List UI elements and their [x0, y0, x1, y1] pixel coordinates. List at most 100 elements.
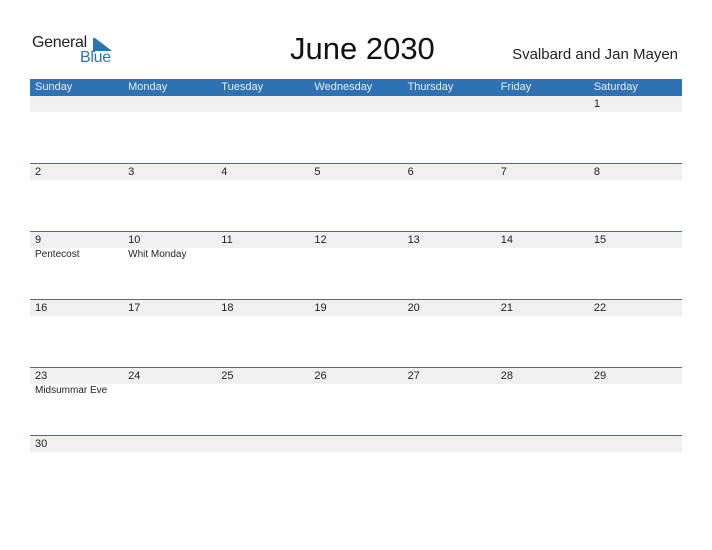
day-cell — [496, 96, 589, 112]
day-cell: 11 — [216, 232, 309, 262]
day-number: 13 — [407, 234, 420, 246]
day-cell: 13 — [403, 232, 496, 262]
day-number: 19 — [314, 302, 327, 314]
day-cell: 20 — [403, 300, 496, 316]
day-cell — [496, 436, 589, 452]
day-number: 17 — [128, 302, 141, 314]
day-cell: 6 — [403, 164, 496, 180]
page-title: June 2030 — [290, 31, 435, 66]
week-row: 30 — [30, 435, 682, 503]
day-cell: 2 — [30, 164, 123, 180]
calendar-grid: Sunday Monday Tuesday Wednesday Thursday… — [30, 79, 682, 503]
week-row: 9 Pentecost 10 Whit Monday 11 12 13 14 15 — [30, 231, 682, 299]
day-cell: 5 — [309, 164, 402, 180]
day-number: 7 — [500, 166, 507, 178]
day-number: 6 — [407, 166, 414, 178]
day-cell — [309, 96, 402, 112]
day-cell: 28 — [496, 368, 589, 398]
day-number: 26 — [314, 370, 327, 382]
logo-text-general: General — [32, 34, 87, 51]
day-number: 9 — [35, 234, 42, 246]
day-cell: 30 — [30, 436, 123, 452]
day-number: 1 — [593, 98, 600, 110]
day-cell: 1 — [589, 96, 682, 112]
day-cell: 25 — [216, 368, 309, 398]
day-number: 29 — [593, 370, 607, 382]
day-cell: 18 — [216, 300, 309, 316]
day-cell: 4 — [216, 164, 309, 180]
day-cell: 23 Midsummar Eve — [30, 368, 123, 398]
day-cell: 14 — [496, 232, 589, 262]
day-cell: 24 — [123, 368, 216, 398]
day-number: 3 — [128, 166, 135, 178]
day-number — [221, 96, 309, 112]
weekday-wednesday: Wednesday — [314, 81, 373, 93]
logo-text-blue: Blue — [80, 49, 111, 66]
day-number: 30 — [35, 438, 48, 450]
day-number: 8 — [593, 166, 600, 178]
day-cell — [123, 436, 216, 452]
day-number: 20 — [407, 302, 420, 314]
day-number: 23 — [35, 370, 48, 382]
day-number: 5 — [314, 166, 321, 178]
holiday-label: Midsummar Eve — [35, 385, 108, 396]
day-number: 22 — [593, 302, 607, 314]
day-cell: 29 — [589, 368, 682, 398]
holiday-label: Whit Monday — [128, 249, 187, 260]
weekday-thursday: Thursday — [407, 81, 454, 93]
weekday-monday: Monday — [128, 81, 168, 93]
day-number — [408, 436, 496, 452]
day-cell — [216, 96, 309, 112]
day-number: 28 — [500, 370, 513, 382]
day-number — [408, 96, 496, 112]
day-cell — [403, 436, 496, 452]
day-number: 2 — [35, 166, 42, 178]
day-number — [501, 96, 589, 112]
day-number: 25 — [221, 370, 234, 382]
holiday-label: Pentecost — [35, 249, 80, 260]
day-cell: 19 — [309, 300, 402, 316]
day-number — [128, 96, 216, 112]
day-cell: 17 — [123, 300, 216, 316]
day-number: 12 — [314, 234, 327, 246]
day-number — [128, 436, 216, 452]
day-cell — [123, 96, 216, 112]
day-number — [501, 436, 589, 452]
week-row: 1 — [30, 96, 682, 163]
day-number — [314, 96, 402, 112]
day-number — [314, 436, 402, 452]
day-number — [221, 436, 309, 452]
weekday-tuesday: Tuesday — [221, 81, 264, 93]
weekday-saturday: Saturday — [593, 81, 638, 93]
day-number — [594, 436, 682, 452]
day-number: 24 — [128, 370, 141, 382]
day-cell: 26 — [309, 368, 402, 398]
day-cell: 8 — [589, 164, 682, 180]
weekday-header: Sunday Monday Tuesday Wednesday Thursday… — [30, 79, 682, 96]
day-number — [35, 96, 123, 112]
week-row: 23 Midsummar Eve 24 25 26 27 28 29 — [30, 367, 682, 435]
day-number: 4 — [221, 166, 228, 178]
day-number: 11 — [221, 234, 233, 246]
day-cell — [30, 96, 123, 112]
logo: General Blue — [32, 34, 122, 70]
day-cell: 16 — [30, 300, 123, 316]
day-cell: 15 — [589, 232, 682, 262]
day-cell: 12 — [309, 232, 402, 262]
day-number: 14 — [500, 234, 513, 246]
week-row: 16 17 18 19 20 21 22 — [30, 299, 682, 367]
weekday-sunday: Sunday — [35, 81, 73, 93]
day-number: 10 — [128, 234, 141, 246]
day-number: 27 — [407, 370, 420, 382]
day-cell: 7 — [496, 164, 589, 180]
day-number: 15 — [593, 234, 607, 246]
day-cell — [309, 436, 402, 452]
day-cell — [589, 436, 682, 452]
day-number: 16 — [35, 302, 48, 314]
day-cell — [403, 96, 496, 112]
day-cell: 10 Whit Monday — [123, 232, 216, 262]
day-cell — [216, 436, 309, 452]
day-cell: 22 — [589, 300, 682, 316]
day-cell: 9 Pentecost — [30, 232, 123, 262]
day-number: 18 — [221, 302, 234, 314]
